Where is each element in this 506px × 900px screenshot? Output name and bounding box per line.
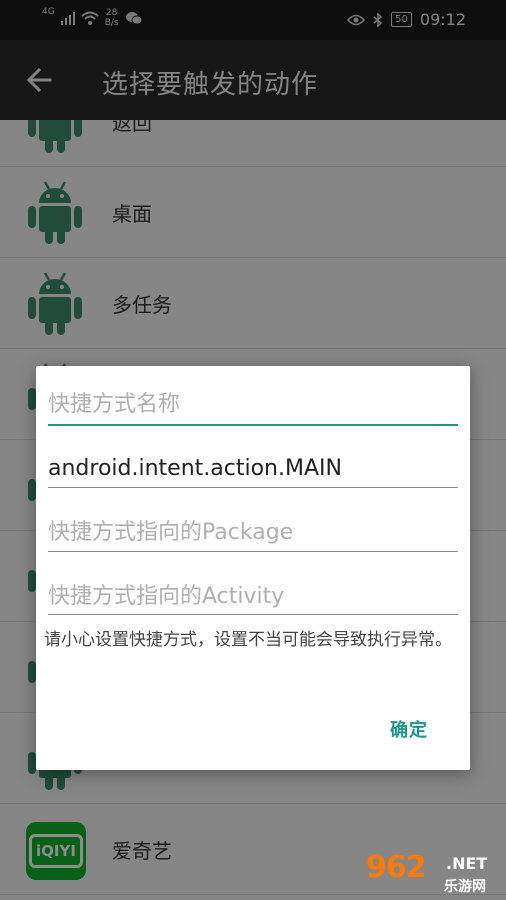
shortcut-name-input[interactable] — [48, 382, 458, 426]
intent-input-underline — [48, 487, 458, 488]
name-input-underline — [48, 424, 458, 426]
shortcut-dialog: 请小心设置快捷方式，设置不当可能会导致执行异常。 确定 — [36, 366, 470, 770]
warning-text: 请小心设置快捷方式，设置不当可能会导致执行异常。 — [44, 630, 452, 650]
confirm-button[interactable]: 确定 — [390, 716, 428, 742]
watermark-site: 乐游网 — [444, 879, 486, 895]
activity-input-underline — [48, 614, 458, 615]
site-watermark: 962 .NET 乐游网 — [366, 850, 498, 896]
watermark-net: .NET — [446, 854, 488, 873]
activity-input[interactable] — [48, 574, 458, 618]
package-input-underline — [48, 551, 458, 552]
watermark-number: 962 — [366, 850, 427, 885]
intent-action-input[interactable] — [48, 446, 458, 490]
package-input[interactable] — [48, 510, 458, 554]
